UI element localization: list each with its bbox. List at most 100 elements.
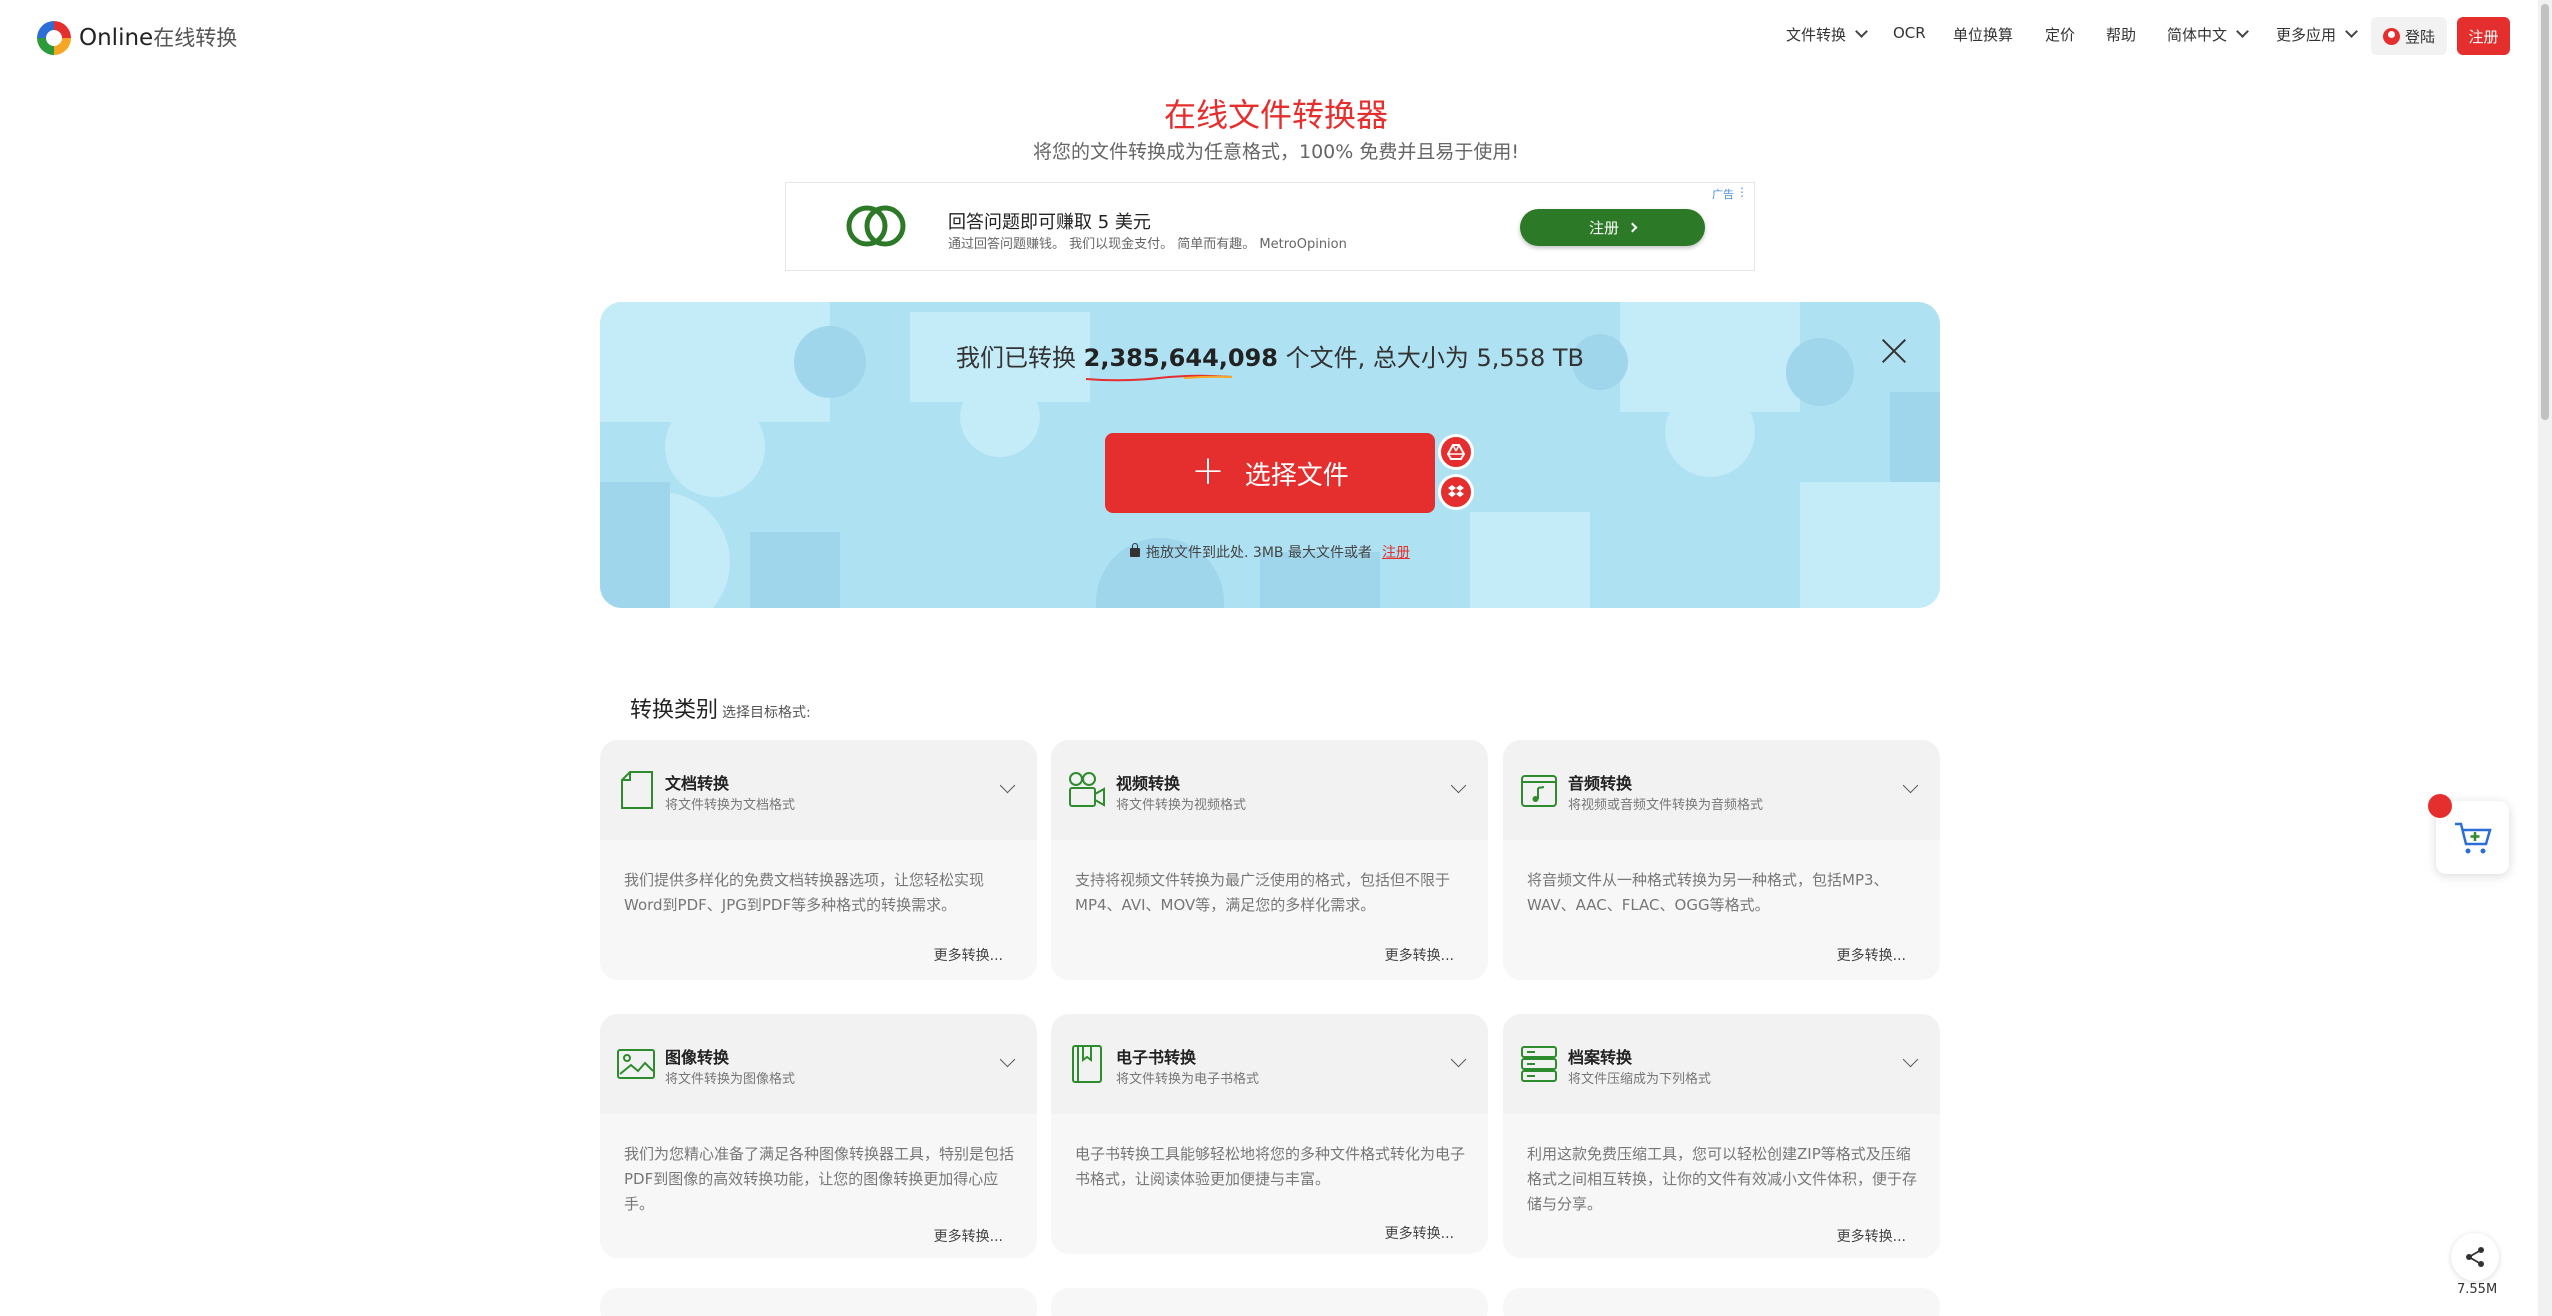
category-card-partial bbox=[600, 1288, 1037, 1316]
category-card-document: 文档转换 将文件转换为文档格式 我们提供多样化的免费文档转换器选项，让您轻松实现… bbox=[600, 740, 1037, 980]
category-title: 电子书转换 bbox=[1116, 1048, 1197, 1067]
ad-banner[interactable]: 回答问题即可赚取 5 美元 通过回答问题赚钱。 我们以现金支付。 简单而有趣。 … bbox=[785, 182, 1755, 271]
nav-more-apps-label: 更多应用 bbox=[2276, 26, 2337, 44]
upload-panel[interactable]: 我们已转换 2,385,644,098 个文件, 总大小为 5,558 TB +… bbox=[600, 302, 1940, 608]
image-icon bbox=[617, 1049, 655, 1079]
share-icon bbox=[2466, 1247, 2484, 1267]
google-drive-button[interactable] bbox=[1438, 434, 1474, 470]
archive-icon bbox=[1521, 1046, 1557, 1082]
login-label: 登陆 bbox=[2404, 27, 2435, 46]
page-scrollbar[interactable] bbox=[2538, 0, 2552, 1316]
category-subtitle: 将文件压缩成为下列格式 bbox=[1568, 1072, 1712, 1087]
register-button[interactable]: 注册 bbox=[2457, 17, 2510, 55]
category-card-partial bbox=[1051, 1288, 1488, 1316]
more-conversions-link[interactable]: 更多转换... bbox=[1385, 945, 1454, 965]
ad-signup-label: 注册 bbox=[1588, 219, 1619, 237]
category-title: 文档转换 bbox=[665, 774, 730, 793]
choose-file-button[interactable]: + 选择文件 bbox=[1105, 433, 1435, 513]
nav-file-convert-label: 文件转换 bbox=[1786, 26, 1847, 44]
category-card-video: 视频转换 将文件转换为视频格式 支持将视频文件转换为最广泛使用的格式，包括但不限… bbox=[1051, 740, 1488, 980]
chevron-down-icon bbox=[1450, 777, 1467, 794]
shopping-cart-icon bbox=[2454, 822, 2492, 853]
chevron-down-icon bbox=[2345, 25, 2358, 38]
categories-heading: 转换类别 选择目标格式: bbox=[630, 692, 811, 724]
ad-title: 回答问题即可赚取 5 美元 bbox=[948, 212, 1151, 233]
nav-file-convert[interactable]: 文件转换 bbox=[1786, 24, 1868, 45]
chevron-down-icon bbox=[1902, 1051, 1919, 1068]
nav-more-apps[interactable]: 更多应用 bbox=[2276, 24, 2358, 45]
more-conversions-link[interactable]: 更多转换... bbox=[1837, 1226, 1906, 1246]
brand-main: Online bbox=[79, 25, 154, 51]
stats-suffix: 个文件, 总大小为 5,558 TB bbox=[1285, 344, 1584, 372]
category-header-image[interactable]: 图像转换 将文件转换为图像格式 bbox=[600, 1014, 1037, 1114]
site-header: Online在线转换 文件转换 OCR 单位换算 定价 帮助 简体中文 更多应用… bbox=[0, 0, 2552, 72]
category-card-image: 图像转换 将文件转换为图像格式 我们为您精心准备了满足各种图像转换器工具，特别是… bbox=[600, 1014, 1037, 1258]
nav-language-label: 简体中文 bbox=[2167, 26, 2228, 44]
dropbox-icon bbox=[1448, 485, 1464, 497]
close-icon[interactable] bbox=[1881, 338, 1907, 364]
more-conversions-link[interactable]: 更多转换... bbox=[934, 945, 1003, 965]
nav-pricing-label: 定价 bbox=[2045, 26, 2076, 44]
category-subtitle: 将文件转换为电子书格式 bbox=[1116, 1072, 1260, 1087]
hint-register-link[interactable]: 注册 bbox=[1382, 545, 1410, 561]
category-header-ebook[interactable]: 电子书转换 将文件转换为电子书格式 bbox=[1051, 1014, 1488, 1114]
cart-badge-icon bbox=[2428, 794, 2452, 818]
plus-icon: + bbox=[1191, 448, 1225, 494]
category-title: 档案转换 bbox=[1568, 1048, 1633, 1067]
choose-file-label: 选择文件 bbox=[1244, 460, 1349, 491]
stats-prefix: 我们已转换 bbox=[956, 344, 1076, 372]
categories-subtitle: 选择目标格式: bbox=[722, 705, 811, 721]
nav-pricing[interactable]: 定价 bbox=[2045, 24, 2075, 45]
category-title: 视频转换 bbox=[1116, 774, 1181, 793]
more-conversions-link[interactable]: 更多转换... bbox=[1385, 1223, 1454, 1243]
brand-sub: 在线转换 bbox=[153, 26, 238, 50]
lock-icon bbox=[1130, 543, 1141, 557]
category-description: 支持将视频文件转换为最广泛使用的格式，包括但不限于MP4、AVI、MOV等，满足… bbox=[1075, 871, 1451, 914]
categories-title: 转换类别 bbox=[630, 698, 719, 723]
login-button[interactable]: 登陆 bbox=[2371, 17, 2447, 55]
nav-help-label: 帮助 bbox=[2106, 26, 2137, 44]
page-title: 在线文件转换器 bbox=[1163, 96, 1388, 134]
document-icon bbox=[621, 771, 653, 809]
category-card-audio: 音频转换 将视频或音频文件转换为音频格式 将音频文件从一种格式转换为另一种格式，… bbox=[1503, 740, 1940, 980]
category-header-audio[interactable]: 音频转换 将视频或音频文件转换为音频格式 bbox=[1503, 740, 1940, 840]
nav-unit[interactable]: 单位换算 bbox=[1953, 24, 2013, 45]
ad-label: 广告 bbox=[1712, 188, 1734, 201]
chevron-down-icon bbox=[2236, 25, 2249, 38]
category-description: 我们提供多样化的免费文档转换器选项，让您轻松实现Word到PDF、JPG到PDF… bbox=[624, 871, 985, 914]
scrollbar-thumb[interactable] bbox=[2541, 4, 2549, 420]
more-conversions-link[interactable]: 更多转换... bbox=[934, 1226, 1003, 1246]
share-size-label: 7.55M bbox=[2457, 1282, 2498, 1297]
video-camera-icon bbox=[1069, 772, 1105, 807]
category-header-archive[interactable]: 档案转换 将文件压缩成为下列格式 bbox=[1503, 1014, 1940, 1114]
category-title: 音频转换 bbox=[1568, 774, 1633, 793]
audio-icon bbox=[1521, 775, 1557, 807]
ad-info-icon[interactable]: ⋮ bbox=[1736, 185, 1748, 199]
category-card-partial bbox=[1503, 1288, 1940, 1316]
ad-signup-button[interactable]: 注册 bbox=[1520, 209, 1705, 246]
category-header-video[interactable]: 视频转换 将文件转换为视频格式 bbox=[1051, 740, 1488, 840]
google-drive-icon bbox=[1447, 444, 1465, 460]
category-header-document[interactable]: 文档转换 将文件转换为文档格式 bbox=[600, 740, 1037, 840]
category-description: 电子书转换工具能够轻松地将您的多种文件格式转化为电子书格式，让阅读体验更加便捷与… bbox=[1075, 1145, 1466, 1188]
register-label: 注册 bbox=[2468, 27, 2499, 46]
logo-icon[interactable] bbox=[34, 18, 74, 58]
category-description: 将音频文件从一种格式转换为另一种格式，包括MP3、WAV、AAC、FLAC、OG… bbox=[1527, 871, 1889, 914]
share-button[interactable] bbox=[2451, 1233, 2499, 1281]
upload-hint-text: 拖放文件到此处. 3MB 最大文件或者 bbox=[1146, 545, 1372, 561]
nav-ocr[interactable]: OCR bbox=[1893, 24, 1926, 42]
category-title: 图像转换 bbox=[665, 1048, 730, 1067]
brand-name[interactable]: Online在线转换 bbox=[79, 22, 237, 52]
nav-language[interactable]: 简体中文 bbox=[2167, 24, 2249, 45]
nav-ocr-label: OCR bbox=[1893, 24, 1926, 42]
conversion-stats: 我们已转换 2,385,644,098 个文件, 总大小为 5,558 TB bbox=[600, 338, 1940, 382]
chevron-down-icon bbox=[1902, 777, 1919, 794]
conversion-count: 2,385,644,098 bbox=[1084, 344, 1278, 382]
category-description: 利用这款免费压缩工具，您可以轻松创建ZIP等格式及压缩格式之间相互转换，让你的文… bbox=[1527, 1145, 1918, 1213]
more-conversions-link[interactable]: 更多转换... bbox=[1837, 945, 1906, 965]
category-subtitle: 将文件转换为图像格式 bbox=[665, 1072, 796, 1087]
dropbox-button[interactable] bbox=[1438, 474, 1474, 510]
chevron-down-icon bbox=[1855, 25, 1868, 38]
ebook-icon bbox=[1072, 1045, 1102, 1083]
nav-help[interactable]: 帮助 bbox=[2106, 24, 2136, 45]
